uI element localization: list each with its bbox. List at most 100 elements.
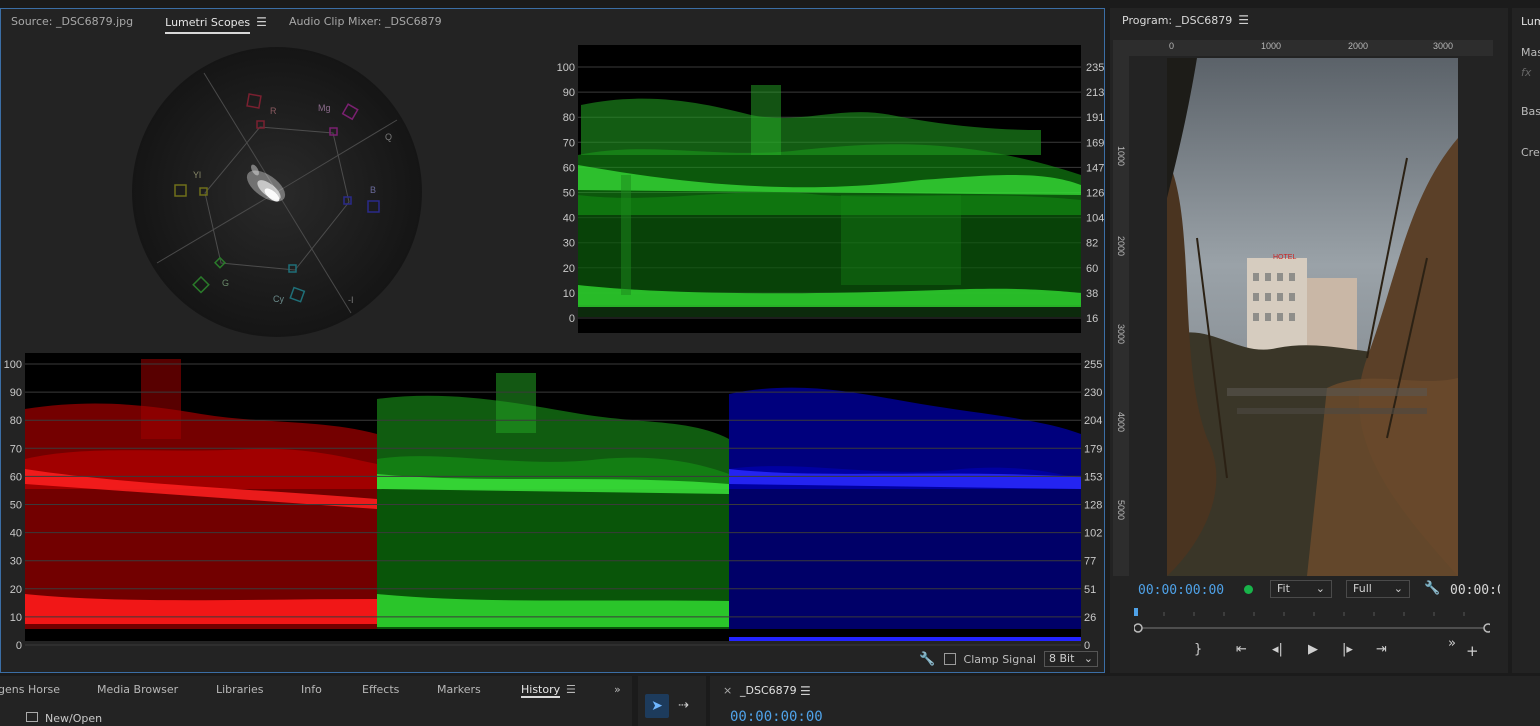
ruler-label-1000: 1000	[1261, 41, 1282, 51]
ruler-label-2000: 2000	[1348, 41, 1369, 51]
panel-menu-icon[interactable]: ☰	[566, 683, 576, 696]
vs-label-g: G	[222, 278, 229, 288]
zoom-fit-select[interactable]: Fit ⌄	[1270, 580, 1332, 598]
vs-label-r: R	[270, 106, 277, 116]
luma-right-tick: 82	[1086, 238, 1098, 250]
luma-right-tick: 126	[1086, 188, 1104, 200]
clamp-signal-checkbox[interactable]	[943, 653, 956, 665]
photo-hotel-sign: HOTEL	[1273, 254, 1296, 261]
duration-timecode: 00:00:0	[1450, 582, 1500, 598]
parade-right-tick: 77	[1084, 556, 1096, 568]
out-point-handle[interactable]	[1483, 623, 1490, 633]
track-select-tool-icon[interactable]: ⇢	[678, 698, 689, 713]
parade-left-tick: 30	[10, 556, 22, 568]
scope-footer: 🔧 Clamp Signal 8 Bit ⌄	[919, 649, 1098, 669]
panel-menu-icon[interactable]: ☰	[256, 9, 267, 35]
vs-label-i: -I	[348, 295, 354, 305]
history-item-icon	[26, 712, 38, 722]
program-title-label: Program: _DSC6879	[1122, 14, 1233, 27]
vs-label-cy: Cy	[273, 294, 284, 304]
bit-depth-select[interactable]: 8 Bit ⌄	[1044, 651, 1098, 667]
wrench-icon[interactable]: 🔧	[919, 652, 935, 667]
luma-left-tick: 60	[563, 162, 575, 174]
parade-right-tick: 230	[1084, 387, 1102, 399]
tab-project[interactable]: gens Horse	[0, 683, 60, 696]
mark-out-icon[interactable]: }	[1194, 642, 1202, 657]
parade-right-tick: 204	[1084, 415, 1102, 427]
tab-lumetri-label: Lumetri Scopes	[165, 16, 251, 34]
tab-audio-label: Audio Clip Mixer: _DSC6879	[288, 15, 442, 28]
button-editor-plus-icon[interactable]: +	[1466, 642, 1479, 660]
luma-left-tick: 90	[563, 87, 575, 99]
bit-depth-value: 8 Bit	[1049, 652, 1075, 665]
tab-media-browser[interactable]: Media Browser	[97, 683, 178, 696]
tab-effects[interactable]: Effects	[362, 683, 399, 696]
tab-source[interactable]: Source: _DSC6879.jpg	[1, 9, 143, 35]
sequence-tab[interactable]: _DSC6879	[740, 684, 797, 697]
play-icon[interactable]: ▶	[1308, 642, 1318, 657]
parade-left-tick: 90	[10, 387, 22, 399]
wrench-icon[interactable]: 🔧	[1424, 581, 1440, 596]
tab-libraries[interactable]: Libraries	[216, 683, 264, 696]
luma-left-tick: 70	[563, 137, 575, 149]
tab-audio-clip-mixer[interactable]: Audio Clip Mixer: _DSC6879	[279, 9, 452, 35]
premiere-workspace: Source: _DSC6879.jpg Lumetri Scopes ☰ Aud…	[0, 0, 1540, 726]
vs-label-yl: Yl	[193, 170, 201, 180]
ruler-label-3000: 3000	[1433, 41, 1454, 51]
luma-right-tick: 38	[1086, 288, 1098, 300]
program-monitor-viewer[interactable]: HOTEL	[1167, 58, 1458, 576]
master-label: Mas	[1521, 46, 1540, 59]
panel-tabbar: Source: _DSC6879.jpg Lumetri Scopes ☰ Aud…	[1, 9, 452, 35]
playhead-timecode[interactable]: 00:00:00:00	[1138, 583, 1224, 598]
selection-tool-icon[interactable]: ➤	[645, 694, 669, 718]
program-monitor-panel: Program: _DSC6879 ☰ 0 1000 2000 3000 1000…	[1110, 8, 1508, 673]
history-item[interactable]: New/Open	[45, 712, 102, 725]
parade-right-tick: 26	[1084, 612, 1096, 624]
timeline-scrub-bar[interactable]	[1134, 608, 1490, 638]
chevron-down-icon: ⌄	[1083, 652, 1093, 665]
basic-correction-section[interactable]: Bas	[1521, 105, 1540, 118]
luma-left-tick: 50	[563, 188, 575, 200]
fx-icon[interactable]: fx	[1521, 66, 1531, 79]
vruler-label-5000: 5000	[1116, 500, 1126, 521]
close-tab-icon[interactable]: ×	[723, 684, 732, 697]
more-buttons-icon[interactable]: »	[1448, 636, 1456, 651]
parade-right-tick: 51	[1084, 584, 1096, 596]
parade-left-tick: 80	[10, 415, 22, 427]
tab-markers[interactable]: Markers	[437, 683, 481, 696]
playback-resolution-select[interactable]: Full ⌄	[1346, 580, 1410, 598]
playback-resolution-value: Full	[1353, 582, 1372, 595]
go-to-in-icon[interactable]: ⇤	[1236, 642, 1247, 657]
tab-lumetri-scopes[interactable]: Lumetri Scopes ☰	[155, 9, 277, 35]
luma-left-tick: 80	[563, 112, 575, 124]
vruler-label-2000: 2000	[1116, 236, 1126, 257]
parade-left-tick: 20	[10, 584, 22, 596]
panel-menu-icon[interactable]: ☰	[1238, 13, 1249, 27]
step-back-icon[interactable]: ◂|	[1272, 642, 1283, 657]
go-to-out-icon[interactable]: ⇥	[1376, 642, 1387, 657]
timeline-timecode[interactable]: 00:00:00:00	[730, 709, 823, 725]
horizontal-ruler: 0 1000 2000 3000	[1113, 40, 1493, 56]
overflow-tabs-icon[interactable]: »	[614, 683, 621, 696]
creative-section[interactable]: Cre	[1521, 146, 1540, 159]
tab-history[interactable]: History	[521, 683, 561, 698]
vruler-label-3000: 3000	[1116, 324, 1126, 345]
in-point-handle[interactable]	[1134, 623, 1143, 633]
parade-left-tick: 10	[10, 612, 22, 624]
transport-controls: } ⇤ ◂| ▶ |▸ ⇥ » +	[1180, 636, 1500, 664]
program-monitor-title[interactable]: Program: _DSC6879 ☰	[1122, 13, 1249, 27]
vs-label-q: Q	[385, 132, 392, 142]
luma-right-tick: 169	[1086, 137, 1104, 149]
luma-right-tick: 16	[1086, 313, 1098, 325]
step-forward-icon[interactable]: |▸	[1342, 642, 1353, 657]
luma-left-tick: 20	[563, 263, 575, 275]
lumetri-color-tab[interactable]: Lum	[1521, 15, 1540, 28]
tools-panel: ➤ ⇢	[638, 676, 706, 726]
luma-right-tick: 191	[1086, 112, 1104, 124]
luma-left-tick: 0	[569, 313, 575, 325]
vectorscope: R Mg B Cy G Yl Q -I	[132, 47, 422, 337]
clamp-signal-label: Clamp Signal	[963, 652, 1036, 666]
tab-info[interactable]: Info	[301, 683, 322, 696]
panel-menu-icon[interactable]: ☰	[800, 684, 811, 698]
playhead-marker[interactable]	[1134, 608, 1138, 616]
